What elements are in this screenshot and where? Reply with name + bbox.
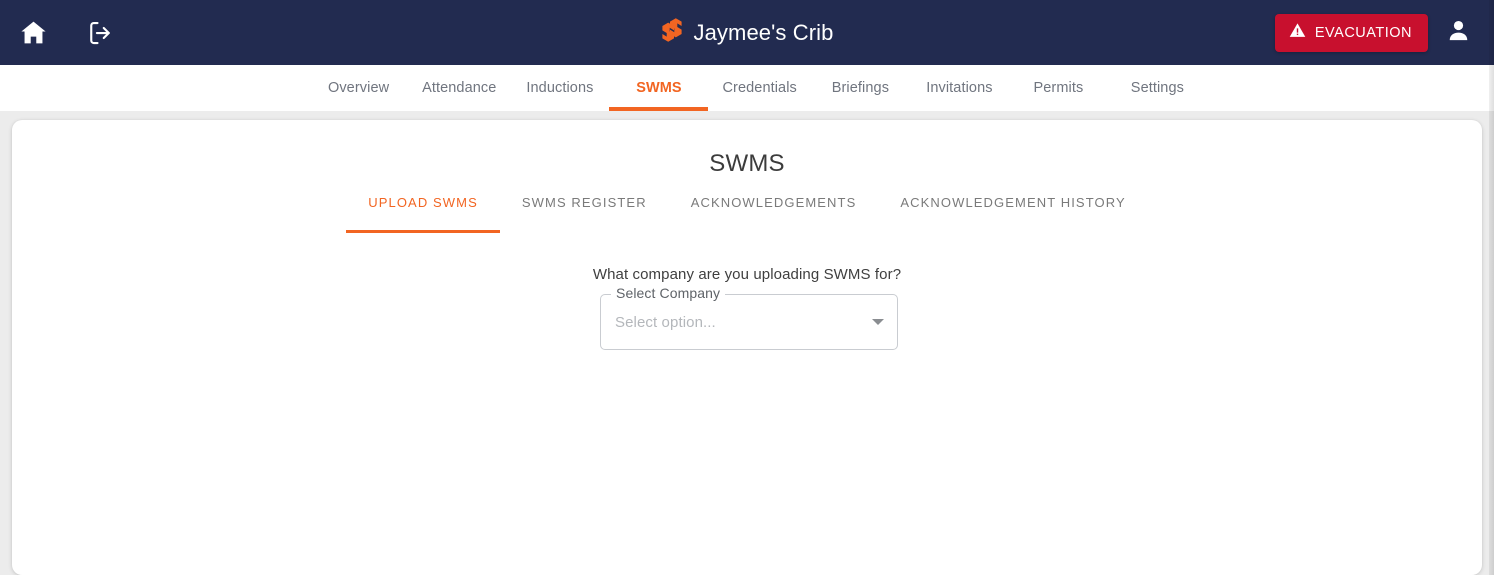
nav-item-label: Permits <box>1033 80 1084 96</box>
tab-label: UPLOAD SWMS <box>368 195 478 210</box>
primary-navigation-list: Overview Attendance Inductions SWMS Cred… <box>309 65 1207 111</box>
home-button[interactable] <box>10 10 56 56</box>
nav-item-label: Settings <box>1130 80 1184 96</box>
person-icon <box>1445 17 1472 49</box>
nav-item-label: Overview <box>327 80 390 96</box>
nav-item-credentials[interactable]: Credentials <box>708 65 810 111</box>
nav-item-label: Inductions <box>526 80 594 96</box>
page-body: SWMS UPLOAD SWMS SWMS REGISTER ACKNOWLED… <box>0 111 1494 575</box>
nav-item-inductions[interactable]: Inductions <box>510 65 609 111</box>
home-icon <box>19 18 48 47</box>
select-company-control[interactable]: Select option... <box>600 294 898 350</box>
nav-item-label: Attendance <box>422 80 497 96</box>
tab-swms-register[interactable]: SWMS REGISTER <box>500 195 669 233</box>
upload-swms-form: What company are you uploading SWMS for?… <box>12 266 1482 350</box>
brand: Jaymee's Crib <box>661 17 834 48</box>
nav-item-settings[interactable]: Settings <box>1108 65 1207 111</box>
nav-item-label: Briefings <box>831 80 890 96</box>
primary-navigation: Overview Attendance Inductions SWMS Cred… <box>0 65 1494 111</box>
nav-item-label: SWMS <box>636 80 682 96</box>
nav-item-briefings[interactable]: Briefings <box>811 65 910 111</box>
swms-tab-bar: UPLOAD SWMS SWMS REGISTER ACKNOWLEDGEMEN… <box>12 195 1482 233</box>
header-right-actions: EVACUATION <box>1274 0 1494 65</box>
header-left-actions <box>0 10 123 56</box>
top-header-bar: Jaymee's Crib EVACUATION <box>0 0 1494 65</box>
account-button[interactable] <box>1436 11 1480 55</box>
tab-upload-swms[interactable]: UPLOAD SWMS <box>346 195 500 233</box>
header-brand-area: Jaymee's Crib <box>0 0 1494 65</box>
tab-acknowledgements[interactable]: ACKNOWLEDGEMENTS <box>669 195 879 233</box>
warning-triangle-icon <box>1289 22 1306 43</box>
evacuation-button[interactable]: EVACUATION <box>1274 13 1428 52</box>
nav-item-overview[interactable]: Overview <box>309 65 408 111</box>
nav-item-attendance[interactable]: Attendance <box>408 65 510 111</box>
select-company-placeholder: Select option... <box>615 313 716 331</box>
sitepass-logo-icon <box>661 17 683 48</box>
nav-item-swms[interactable]: SWMS <box>609 65 709 111</box>
content-card: SWMS UPLOAD SWMS SWMS REGISTER ACKNOWLED… <box>12 120 1482 575</box>
tab-label: SWMS REGISTER <box>521 195 647 210</box>
nav-item-label: Invitations <box>926 80 993 96</box>
logout-button[interactable] <box>77 10 123 56</box>
evacuation-button-label: EVACUATION <box>1314 24 1412 41</box>
application-window: Jaymee's Crib EVACUATION Overview Attend… <box>0 0 1494 575</box>
nav-item-permits[interactable]: Permits <box>1009 65 1108 111</box>
select-company-field[interactable]: Select option... Select Company <box>600 285 898 350</box>
tab-acknowledgement-history[interactable]: ACKNOWLEDGEMENT HISTORY <box>878 195 1147 233</box>
logout-icon <box>85 18 115 48</box>
page-title: SWMS <box>709 150 785 177</box>
nav-item-label: Credentials <box>722 80 797 96</box>
tab-label: ACKNOWLEDGEMENT HISTORY <box>900 195 1126 210</box>
tab-label: ACKNOWLEDGEMENTS <box>690 195 857 210</box>
brand-title: Jaymee's Crib <box>693 19 834 45</box>
company-question-label: What company are you uploading SWMS for? <box>592 266 902 283</box>
nav-item-invitations[interactable]: Invitations <box>910 65 1009 111</box>
